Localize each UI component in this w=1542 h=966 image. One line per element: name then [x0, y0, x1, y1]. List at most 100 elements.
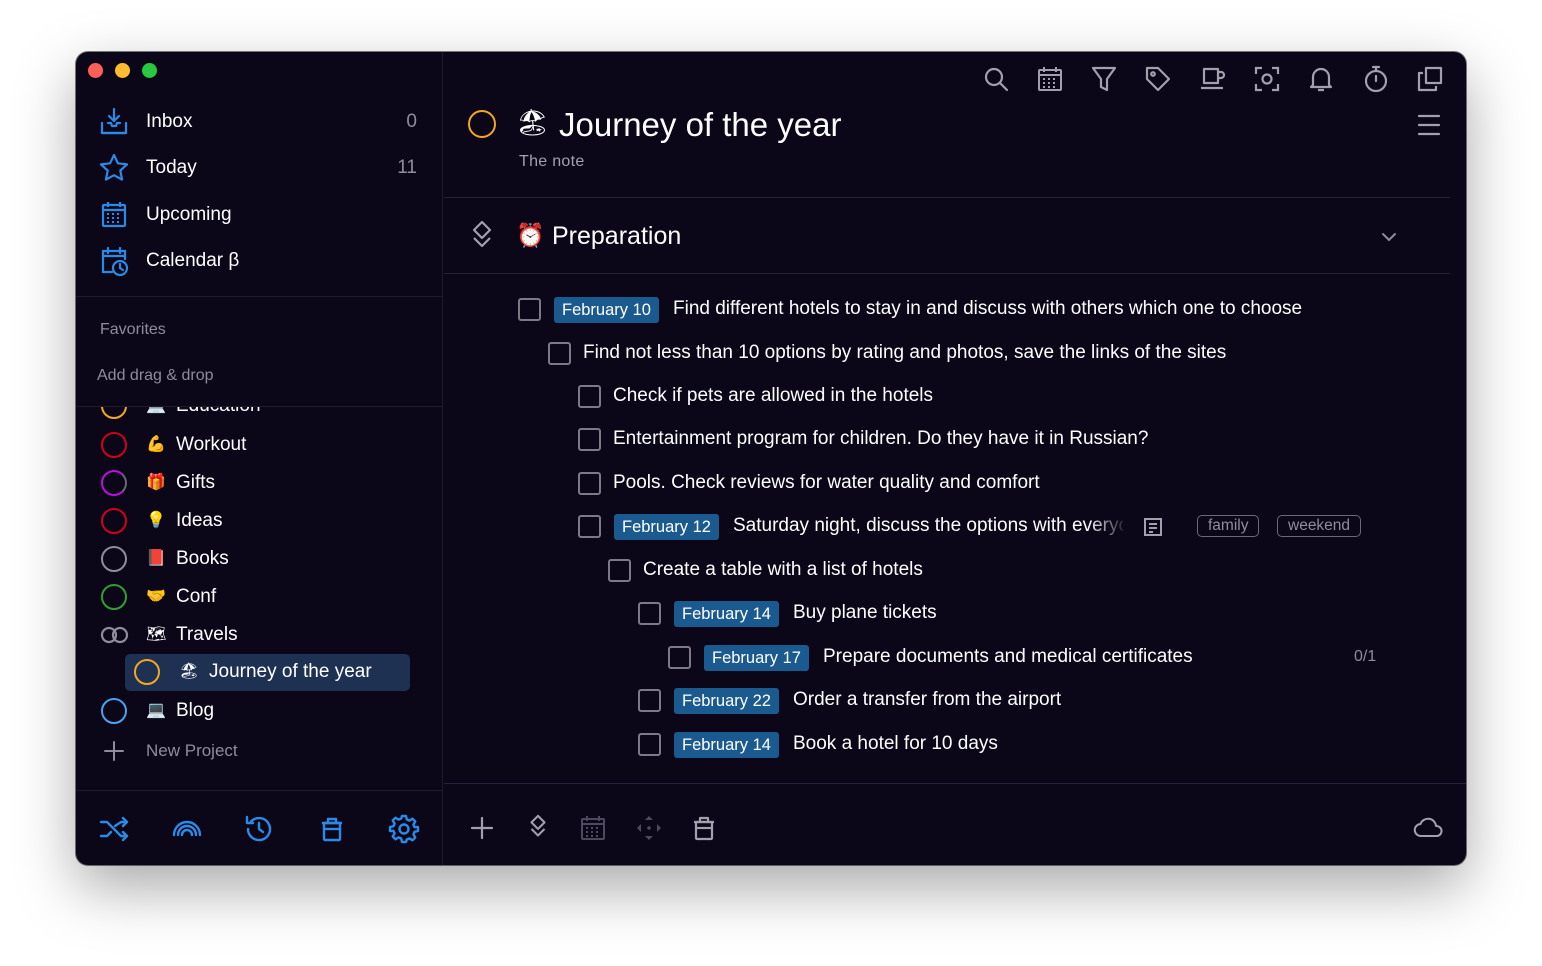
section-title[interactable]: Preparation — [552, 222, 681, 251]
task-title[interactable]: Create a table with a list of hotels — [643, 559, 923, 581]
project-workout[interactable]: 💪 Workout — [76, 426, 443, 464]
due-date-badge[interactable]: February 14 — [674, 732, 779, 758]
task-row[interactable]: February 17 Prepare documents and medica… — [668, 638, 1388, 678]
task-title[interactable]: Find different hotels to stay in and dis… — [673, 298, 1302, 320]
task-title[interactable]: Check if pets are allowed in the hotels — [613, 385, 933, 407]
sidebar-item-calendar[interactable]: Calendar β — [76, 241, 443, 281]
task-checkbox[interactable] — [578, 428, 601, 451]
task-checkbox[interactable] — [578, 472, 601, 495]
task-row[interactable]: February 14 Book a hotel for 10 days — [638, 725, 1138, 765]
cloud-icon[interactable] — [1413, 814, 1445, 842]
page-title[interactable]: Journey of the year — [559, 106, 842, 144]
section-icon[interactable] — [524, 814, 552, 842]
sidebar-footer — [76, 790, 443, 865]
task-title[interactable]: Book a hotel for 10 days — [793, 733, 998, 755]
due-date-badge[interactable]: February 10 — [554, 297, 659, 323]
project-ring-icon — [101, 508, 127, 534]
task-checkbox[interactable] — [578, 385, 601, 408]
trash-icon[interactable] — [690, 814, 718, 842]
app-window: Inbox 0 Today 11 Upcoming Calendar β Fav… — [76, 52, 1466, 865]
project-gifts[interactable]: 🎁 Gifts — [76, 464, 443, 502]
task-checkbox[interactable] — [608, 559, 631, 582]
menu-icon[interactable] — [1416, 112, 1442, 138]
sidebar-item-label: Upcoming — [146, 204, 232, 225]
tag-icon[interactable] — [1143, 64, 1173, 94]
project-note[interactable]: The note — [519, 153, 585, 171]
sidebar-item-count: 0 — [406, 111, 417, 132]
due-date-badge[interactable]: February 22 — [674, 688, 779, 714]
task-row[interactable]: February 14 Buy plane tickets — [638, 594, 1138, 634]
tag-family[interactable]: family — [1197, 515, 1260, 537]
task-row[interactable]: Pools. Check reviews for water quality a… — [578, 464, 1178, 504]
task-row[interactable]: February 22 Order a transfer from the ai… — [638, 681, 1138, 721]
task-title[interactable]: Pools. Check reviews for water quality a… — [613, 472, 1040, 494]
task-checkbox[interactable] — [518, 298, 541, 321]
sidebar-item-label: Today — [146, 157, 197, 178]
plus-icon — [104, 741, 124, 761]
section-diamond-icon[interactable] — [468, 220, 496, 250]
project-travels[interactable]: 🗺 Travels — [76, 616, 443, 654]
task-title[interactable]: Order a transfer from the airport — [793, 689, 1061, 711]
task-checkbox[interactable] — [668, 646, 691, 669]
bell-icon[interactable] — [1306, 64, 1336, 94]
sidebar-item-label: Inbox — [146, 111, 193, 132]
move-icon[interactable] — [635, 814, 663, 842]
stopwatch-icon[interactable] — [1361, 64, 1391, 94]
project-ring-icon — [101, 698, 127, 724]
coffee-cup-icon[interactable] — [1198, 64, 1228, 94]
flexed-biceps-icon: 💪 — [146, 434, 166, 453]
task-row[interactable]: Check if pets are allowed in the hotels — [578, 377, 1078, 417]
task-row[interactable]: February 12 Saturday night, discuss the … — [578, 507, 1408, 547]
filter-icon[interactable] — [1089, 64, 1119, 94]
note-icon[interactable] — [1142, 516, 1164, 538]
sidebar-item-upcoming[interactable]: Upcoming — [76, 195, 443, 235]
new-project-button[interactable]: New Project — [76, 732, 443, 770]
task-row[interactable]: Create a table with a list of hotels — [608, 551, 1108, 591]
task-title[interactable]: Saturday night, discuss the options with… — [733, 515, 1123, 537]
focus-icon[interactable] — [1252, 64, 1282, 94]
copy-icon[interactable] — [1415, 64, 1445, 94]
shuffle-icon[interactable] — [98, 813, 130, 845]
project-ring-icon — [101, 407, 127, 419]
add-icon[interactable] — [468, 814, 496, 842]
project-education[interactable]: 💻 Education — [76, 407, 443, 425]
due-date-badge[interactable]: February 12 — [614, 514, 719, 540]
sidebar-item-today[interactable]: Today 11 — [76, 148, 443, 188]
new-project-label: New Project — [146, 741, 238, 760]
history-icon[interactable] — [243, 813, 275, 845]
main-pane: 🏖 Journey of the year The note ⏰ Prepara… — [444, 52, 1466, 865]
alarm-clock-icon: ⏰ — [516, 223, 545, 249]
task-checkbox[interactable] — [638, 602, 661, 625]
project-books[interactable]: 📕 Books — [76, 540, 443, 578]
project-complete-checkbox[interactable] — [468, 110, 496, 138]
project-blog[interactable]: 💻 Blog — [76, 692, 443, 730]
chevron-down-icon[interactable] — [1378, 226, 1400, 248]
calendar-icon[interactable] — [579, 814, 607, 842]
trash-icon[interactable] — [316, 813, 348, 845]
project-label: Ideas — [176, 510, 223, 531]
project-conf[interactable]: 🤝 Conf — [76, 578, 443, 616]
book-icon: 📕 — [146, 548, 166, 567]
task-checkbox[interactable] — [578, 515, 601, 538]
project-ideas[interactable]: 💡 Ideas — [76, 502, 443, 540]
task-title[interactable]: Find not less than 10 options by rating … — [583, 342, 1226, 364]
project-journey-of-the-year[interactable]: 🏖 Journey of the year — [76, 653, 443, 691]
task-row[interactable]: February 10 Find different hotels to sta… — [518, 290, 1378, 330]
calendar-icon[interactable] — [1035, 64, 1065, 94]
task-row[interactable]: Find not less than 10 options by rating … — [548, 334, 1348, 374]
task-title[interactable]: Buy plane tickets — [793, 602, 937, 624]
tag-weekend[interactable]: weekend — [1277, 515, 1362, 537]
task-row[interactable]: Entertainment program for children. Do t… — [578, 420, 1278, 460]
task-checkbox[interactable] — [638, 689, 661, 712]
sidebar-item-inbox[interactable]: Inbox 0 — [76, 102, 443, 142]
rainbow-icon[interactable] — [171, 813, 203, 845]
project-ring-icon — [101, 546, 127, 572]
due-date-badge[interactable]: February 14 — [674, 601, 779, 627]
search-icon[interactable] — [981, 64, 1011, 94]
task-checkbox[interactable] — [548, 342, 571, 365]
task-title[interactable]: Prepare documents and medical certificat… — [823, 646, 1193, 668]
task-checkbox[interactable] — [638, 733, 661, 756]
task-title[interactable]: Entertainment program for children. Do t… — [613, 428, 1148, 450]
due-date-badge[interactable]: February 17 — [704, 645, 809, 671]
settings-gear-icon[interactable] — [388, 813, 420, 845]
